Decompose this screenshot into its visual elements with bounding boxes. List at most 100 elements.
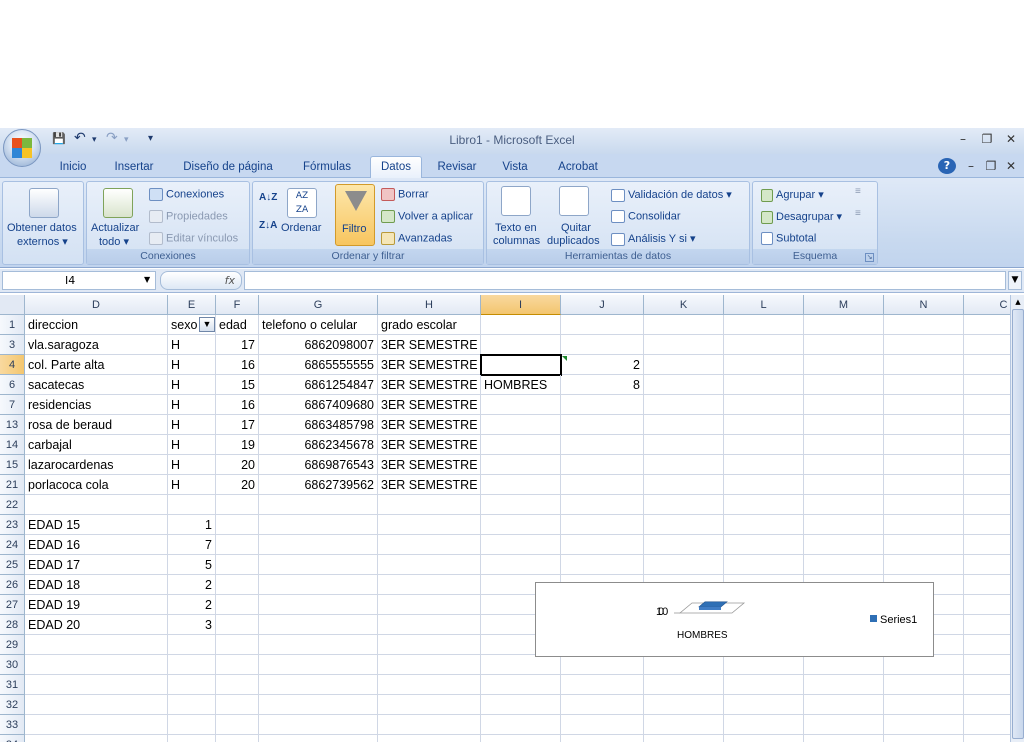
cell-H3[interactable]: 3ER SEMESTRE: [378, 335, 481, 355]
cell-E21[interactable]: H: [168, 475, 216, 495]
cell-C21[interactable]: [964, 475, 1010, 495]
cell-J31[interactable]: [561, 675, 644, 695]
cell-E26[interactable]: 2: [168, 575, 216, 595]
doc-minimize-icon[interactable]: –: [962, 158, 980, 174]
cell-M22[interactable]: [804, 495, 884, 515]
cell-L7[interactable]: [724, 395, 804, 415]
cell-E32[interactable]: [168, 695, 216, 715]
cell-E25[interactable]: 5: [168, 555, 216, 575]
cell-F25[interactable]: [216, 555, 259, 575]
row-header-34[interactable]: 34: [0, 735, 25, 742]
tab-formulas[interactable]: Fórmulas: [294, 158, 360, 178]
cell-C22[interactable]: [964, 495, 1010, 515]
cell-G4[interactable]: 6865555555: [259, 355, 378, 375]
cell-G21[interactable]: 6862739562: [259, 475, 378, 495]
cell-H24[interactable]: [378, 535, 481, 555]
cell-F6[interactable]: 15: [216, 375, 259, 395]
cell-L15[interactable]: [724, 455, 804, 475]
cell-J21[interactable]: [561, 475, 644, 495]
cell-F1[interactable]: edad: [216, 315, 259, 335]
scroll-up-icon[interactable]: ▲: [1012, 296, 1024, 308]
cell-G30[interactable]: [259, 655, 378, 675]
tab-diseno[interactable]: Diseño de página: [172, 158, 284, 178]
hide-detail-icon[interactable]: ≡: [855, 208, 861, 219]
customize-qat-icon[interactable]: ▾: [148, 133, 153, 144]
cell-C13[interactable]: [964, 415, 1010, 435]
cell-L24[interactable]: [724, 535, 804, 555]
redo-icon[interactable]: ↷: [106, 130, 118, 146]
cell-J4[interactable]: 2: [561, 355, 644, 375]
cell-G27[interactable]: [259, 595, 378, 615]
cell-I31[interactable]: [481, 675, 561, 695]
cell-F34[interactable]: [216, 735, 259, 742]
cell-N34[interactable]: [884, 735, 964, 742]
cell-G26[interactable]: [259, 575, 378, 595]
cell-N31[interactable]: [884, 675, 964, 695]
cell-H14[interactable]: 3ER SEMESTRE: [378, 435, 481, 455]
cell-F33[interactable]: [216, 715, 259, 735]
cell-K32[interactable]: [644, 695, 724, 715]
row-header-4[interactable]: 4: [0, 355, 25, 375]
cell-J34[interactable]: [561, 735, 644, 742]
cell-I15[interactable]: [481, 455, 561, 475]
actualizar-label[interactable]: Actualizar: [91, 222, 139, 234]
cell-K13[interactable]: [644, 415, 724, 435]
cell-K23[interactable]: [644, 515, 724, 535]
cell-N15[interactable]: [884, 455, 964, 475]
row-header-15[interactable]: 15: [0, 455, 25, 475]
cell-G34[interactable]: [259, 735, 378, 742]
cell-F22[interactable]: [216, 495, 259, 515]
cell-M15[interactable]: [804, 455, 884, 475]
cell-K31[interactable]: [644, 675, 724, 695]
cell-F3[interactable]: 17: [216, 335, 259, 355]
cell-N6[interactable]: [884, 375, 964, 395]
sort-desc-icon[interactable]: Z↓A: [259, 220, 277, 231]
cell-N3[interactable]: [884, 335, 964, 355]
cell-M24[interactable]: [804, 535, 884, 555]
cell-H21[interactable]: 3ER SEMESTRE: [378, 475, 481, 495]
column-header-D[interactable]: D: [25, 295, 168, 315]
cell-H33[interactable]: [378, 715, 481, 735]
redo-dropdown-icon[interactable]: ▾: [124, 135, 129, 145]
cell-J3[interactable]: [561, 335, 644, 355]
cell-N21[interactable]: [884, 475, 964, 495]
cell-G15[interactable]: 6869876543: [259, 455, 378, 475]
cell-I4[interactable]: [481, 355, 561, 375]
cell-L13[interactable]: [724, 415, 804, 435]
cell-I34[interactable]: [481, 735, 561, 742]
cell-E31[interactable]: [168, 675, 216, 695]
cell-J33[interactable]: [561, 715, 644, 735]
cell-I6[interactable]: HOMBRES: [481, 375, 561, 395]
agrupar-button[interactable]: Agrupar ▾: [761, 188, 824, 202]
vertical-scrollbar[interactable]: ▲: [1010, 295, 1024, 742]
cell-D1[interactable]: direccion: [25, 315, 168, 335]
cell-L6[interactable]: [724, 375, 804, 395]
cell-L32[interactable]: [724, 695, 804, 715]
cell-G1[interactable]: telefono o celular: [259, 315, 378, 335]
cell-I32[interactable]: [481, 695, 561, 715]
cell-H7[interactable]: 3ER SEMESTRE: [378, 395, 481, 415]
cell-F7[interactable]: 16: [216, 395, 259, 415]
row-header-6[interactable]: 6: [0, 375, 25, 395]
cell-I21[interactable]: [481, 475, 561, 495]
volver-aplicar-button[interactable]: Volver a aplicar: [381, 210, 473, 223]
row-header-26[interactable]: 26: [0, 575, 25, 595]
dialog-launcher-icon[interactable]: ↘: [865, 253, 874, 262]
cell-J15[interactable]: [561, 455, 644, 475]
cell-D26[interactable]: EDAD 18: [25, 575, 168, 595]
cell-I13[interactable]: [481, 415, 561, 435]
cell-G3[interactable]: 6862098007: [259, 335, 378, 355]
cell-M33[interactable]: [804, 715, 884, 735]
cell-K7[interactable]: [644, 395, 724, 415]
row-header-33[interactable]: 33: [0, 715, 25, 735]
cell-M4[interactable]: [804, 355, 884, 375]
row-header-3[interactable]: 3: [0, 335, 25, 355]
cell-K15[interactable]: [644, 455, 724, 475]
column-header-L[interactable]: L: [724, 295, 804, 315]
cell-D6[interactable]: sacatecas: [25, 375, 168, 395]
cell-C27[interactable]: [964, 595, 1010, 615]
cell-N4[interactable]: [884, 355, 964, 375]
cell-L4[interactable]: [724, 355, 804, 375]
cell-D15[interactable]: lazarocardenas: [25, 455, 168, 475]
column-header-N[interactable]: N: [884, 295, 964, 315]
